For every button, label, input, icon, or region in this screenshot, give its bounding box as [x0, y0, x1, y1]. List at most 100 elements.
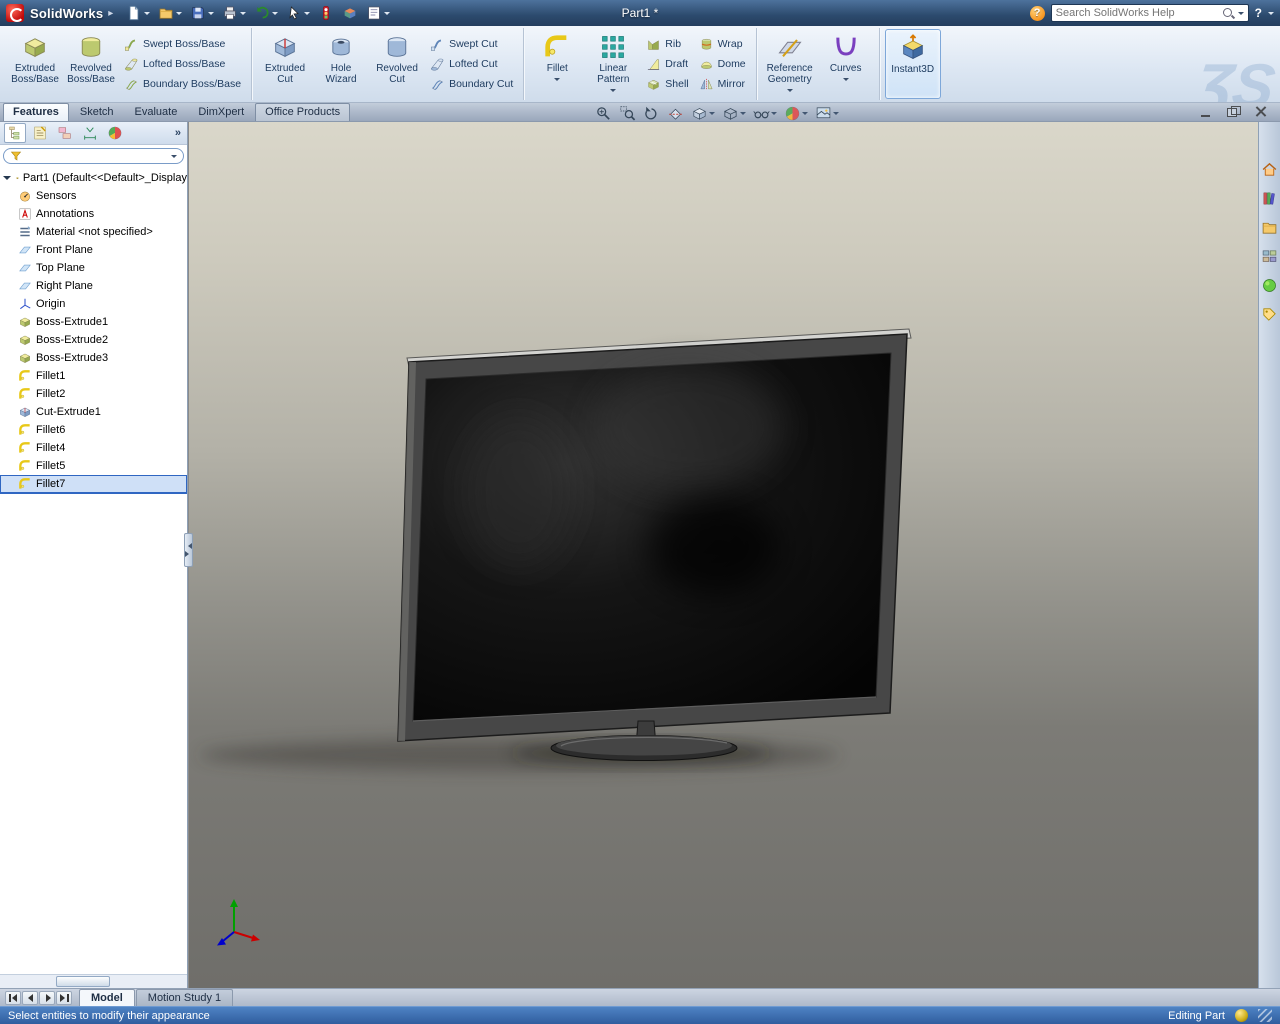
tree-item-fillet7[interactable]: Fillet7	[0, 475, 187, 493]
tab-motion-study-1[interactable]: Motion Study 1	[136, 989, 233, 1006]
titlebar-collapse-icon[interactable]	[1268, 12, 1274, 18]
dropdown-caret-icon[interactable]	[554, 78, 560, 84]
extruded-boss-base-button[interactable]: Extruded Boss/Base	[7, 29, 63, 99]
hud-zoom-to-area-button[interactable]	[619, 105, 636, 122]
titlebar-open-button[interactable]	[155, 3, 185, 23]
taskpane-view-palette-button[interactable]	[1260, 247, 1279, 269]
help-orb-icon[interactable]: ?	[1030, 6, 1045, 21]
reference-geometry-button[interactable]: Reference Geometry	[762, 29, 818, 99]
shell-button[interactable]: Shell	[642, 75, 692, 94]
tree-item-fillet4[interactable]: Fillet4	[0, 439, 187, 457]
search-input[interactable]	[1056, 7, 1219, 19]
filter-dropdown-icon[interactable]	[171, 155, 177, 161]
taskpane-custom-properties-button[interactable]	[1260, 305, 1279, 327]
dropdown-caret-icon[interactable]	[802, 112, 808, 118]
titlebar-edit-appearance-button[interactable]	[339, 3, 361, 23]
dimxpertmanager-tab[interactable]	[79, 123, 101, 143]
dropdown-caret-icon[interactable]	[176, 12, 182, 18]
help-menu[interactable]: ?	[1255, 6, 1262, 20]
draft-button[interactable]: Draft	[642, 55, 692, 74]
taskpane-file-explorer-button[interactable]	[1260, 218, 1279, 240]
tree-item-origin[interactable]: Origin	[0, 295, 187, 313]
taskpane-design-library-button[interactable]	[1260, 189, 1279, 211]
rib-button[interactable]: Rib	[642, 35, 692, 54]
dropdown-caret-icon[interactable]	[771, 112, 777, 118]
extruded-cut-button[interactable]: Extruded Cut	[257, 29, 313, 99]
tree-item-top-plane[interactable]: Top Plane	[0, 259, 187, 277]
manager-overflow-chevron[interactable]: »	[175, 127, 183, 139]
hud-display-style-button[interactable]	[722, 105, 746, 122]
configurationmanager-tab[interactable]	[54, 123, 76, 143]
hud-apply-scene-button[interactable]	[815, 105, 839, 122]
search-dropdown-icon[interactable]	[1238, 12, 1244, 18]
animation-next-button[interactable]	[39, 991, 55, 1005]
boundary-boss-base-button[interactable]: Boundary Boss/Base	[120, 75, 245, 94]
hud-edit-appearance-button[interactable]	[784, 105, 808, 122]
boundary-cut-button[interactable]: Boundary Cut	[426, 75, 517, 94]
tree-item-fillet5[interactable]: Fillet5	[0, 457, 187, 475]
tree-root-part1[interactable]: Part1 (Default<<Default>_Display	[0, 169, 187, 187]
tree-filter-input[interactable]	[26, 151, 167, 162]
hud-view-orientation-button[interactable]	[691, 105, 715, 122]
tree-item-fillet2[interactable]: Fillet2	[0, 385, 187, 403]
tab-sketch[interactable]: Sketch	[70, 103, 124, 121]
hud-previous-view-button[interactable]	[643, 105, 660, 122]
tree-item-front-plane[interactable]: Front Plane	[0, 241, 187, 259]
curves-button[interactable]: Curves	[818, 29, 874, 99]
dome-button[interactable]: Dome	[695, 55, 750, 74]
hole-wizard-button[interactable]: Hole Wizard	[313, 29, 369, 99]
tree-horizontal-scrollbar[interactable]	[0, 974, 187, 988]
tree-item-boss-extrude2[interactable]: Boss-Extrude2	[0, 331, 187, 349]
resize-grip[interactable]	[1258, 1009, 1272, 1022]
dropdown-caret-icon[interactable]	[304, 12, 310, 18]
featuremanager-tab[interactable]	[4, 123, 26, 143]
linear-pattern-button[interactable]: Linear Pattern	[585, 29, 641, 99]
mirror-button[interactable]: Mirror	[695, 75, 750, 94]
swept-cut-button[interactable]: Swept Cut	[426, 35, 517, 54]
tab-evaluate[interactable]: Evaluate	[125, 103, 188, 121]
scrollbar-thumb[interactable]	[56, 976, 110, 987]
expander-icon[interactable]	[3, 176, 11, 184]
tab-features[interactable]: Features	[3, 103, 69, 121]
tree-item-right-plane[interactable]: Right Plane	[0, 277, 187, 295]
dropdown-caret-icon[interactable]	[610, 89, 616, 95]
dropdown-caret-icon[interactable]	[144, 12, 150, 18]
instant3d-button[interactable]: Instant3D	[885, 29, 941, 99]
minimize-button[interactable]	[1200, 106, 1213, 117]
tab-dimxpert[interactable]: DimXpert	[188, 103, 254, 121]
lofted-cut-button[interactable]: Lofted Cut	[426, 55, 517, 74]
dropdown-caret-icon[interactable]	[709, 112, 715, 118]
titlebar-new-button[interactable]	[123, 3, 153, 23]
animation-last-button[interactable]	[56, 991, 72, 1005]
titlebar-rebuild-button[interactable]	[315, 3, 337, 23]
lofted-boss-base-button[interactable]: Lofted Boss/Base	[120, 55, 245, 74]
search-icon[interactable]	[1222, 7, 1235, 20]
tree-item-material-not-specified[interactable]: Material <not specified>	[0, 223, 187, 241]
tab-office-products[interactable]: Office Products	[255, 103, 350, 121]
animation-prev-button[interactable]	[22, 991, 38, 1005]
graphics-viewport[interactable]	[189, 122, 1258, 988]
titlebar-undo-button[interactable]	[251, 3, 281, 23]
dropdown-caret-icon[interactable]	[272, 12, 278, 18]
hud-hide-show-items-button[interactable]	[753, 105, 777, 122]
dropdown-caret-icon[interactable]	[843, 78, 849, 84]
dropdown-caret-icon[interactable]	[208, 12, 214, 18]
tree-item-annotations[interactable]: Annotations	[0, 205, 187, 223]
displaymanager-tab[interactable]	[104, 123, 126, 143]
tree-item-cut-extrude1[interactable]: Cut-Extrude1	[0, 403, 187, 421]
tab-model[interactable]: Model	[79, 989, 135, 1006]
restore-button[interactable]	[1227, 106, 1240, 117]
animation-first-button[interactable]	[5, 991, 21, 1005]
titlebar-save-button[interactable]	[187, 3, 217, 23]
dropdown-caret-icon[interactable]	[833, 112, 839, 118]
revolved-boss-base-button[interactable]: Revolved Boss/Base	[63, 29, 119, 99]
wrap-button[interactable]: Wrap	[695, 35, 750, 54]
panel-collapse-handle[interactable]	[184, 533, 193, 567]
tree-item-fillet6[interactable]: Fillet6	[0, 421, 187, 439]
titlebar-select-button[interactable]	[283, 3, 313, 23]
tree-item-sensors[interactable]: Sensors	[0, 187, 187, 205]
dropdown-caret-icon[interactable]	[740, 112, 746, 118]
quick-tips-icon[interactable]	[1235, 1009, 1248, 1022]
revolved-cut-button[interactable]: Revolved Cut	[369, 29, 425, 99]
swept-boss-base-button[interactable]: Swept Boss/Base	[120, 35, 245, 54]
